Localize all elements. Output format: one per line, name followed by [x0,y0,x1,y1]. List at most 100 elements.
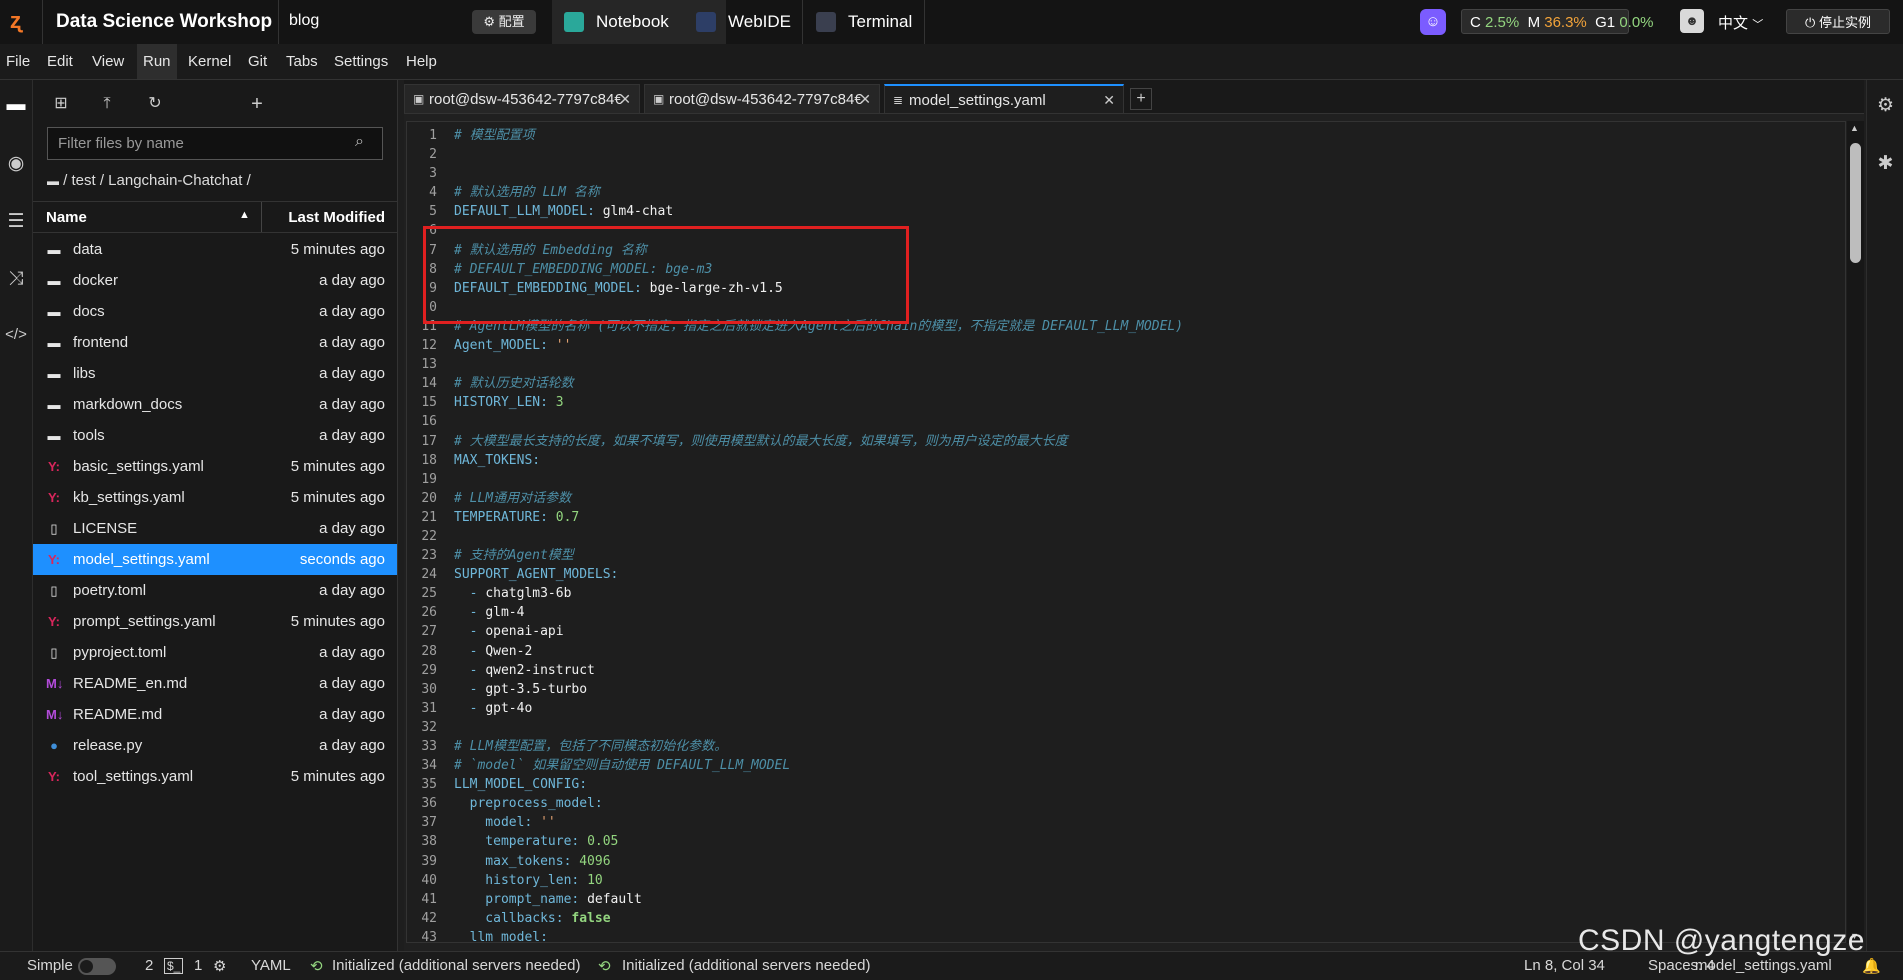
file-type[interactable]: YAML [251,957,291,974]
debugger-icon[interactable]: ✱ [1867,152,1903,175]
table-of-contents-icon[interactable]: ☰ [0,210,32,233]
sort-ascending-icon[interactable]: ▲ [239,209,250,221]
file-row[interactable]: ▬ tools a day ago [33,420,397,451]
code-line[interactable]: 13 [407,355,1827,374]
code-line[interactable]: 14 # 默认历史对话轮数 [407,374,1827,393]
code-icon[interactable]: </> [0,326,32,343]
column-last-modified[interactable]: Last Modified [288,209,385,226]
tab-terminal-2[interactable]: ▣ root@dsw-453642-7797c84€ ✕ [644,84,880,113]
code-line[interactable]: 36 preprocess_model: [407,794,1827,813]
scroll-up-icon[interactable]: ▲ [1850,123,1859,133]
tab-terminal[interactable]: Terminal [804,0,968,44]
column-name[interactable]: Name [46,209,87,226]
code-line[interactable]: 21 TEMPERATURE: 0.7 [407,508,1827,527]
code-line[interactable]: 33 # LLM模型配置，包括了不同模态初始化参数。 [407,737,1827,756]
app-logo-icon[interactable]: ʐ [10,10,32,32]
file-row[interactable]: ▬ libs a day ago [33,358,397,389]
upload-icon[interactable]: ⤒ [95,92,119,116]
file-filter-input[interactable]: Filter files by name [47,127,383,160]
menu-help[interactable]: Help [400,44,443,79]
property-inspector-icon[interactable]: ⚙ [1867,94,1903,117]
resource-monitor[interactable]: C 2.5% M 36.3% G1 0.0% [1461,9,1654,34]
code-line[interactable]: 20 # LLM通用对话参数 [407,489,1827,508]
menu-view[interactable]: View [86,44,130,79]
code-line[interactable]: 24 SUPPORT_AGENT_MODELS: [407,565,1827,584]
code-line[interactable]: 39 max_tokens: 4096 [407,852,1827,871]
code-line[interactable]: 23 # 支持的Agent模型 [407,546,1827,565]
code-line[interactable]: 12 Agent_MODEL: '' [407,336,1827,355]
scrollbar-thumb[interactable] [1850,143,1861,263]
menu-file[interactable]: File [0,44,36,79]
running-icon[interactable]: ◉ [0,152,32,175]
file-row[interactable]: ▯ pyproject.toml a day ago [33,637,397,668]
code-line[interactable]: 22 [407,527,1827,546]
avatar[interactable]: ☻ [1680,9,1704,33]
refresh-icon[interactable]: ↻ [143,92,167,116]
code-line[interactable]: 26 - glm-4 [407,603,1827,622]
code-line[interactable]: 4 # 默认选用的 LLM 名称 [407,183,1827,202]
terminal-count[interactable]: 2 [145,957,153,974]
code-line[interactable]: 29 - qwen2-instruct [407,661,1827,680]
config-button[interactable]: ⚙ 配置 [472,10,536,34]
file-row[interactable]: ▬ docker a day ago [33,265,397,296]
code-line[interactable]: 18 MAX_TOKENS: [407,451,1827,470]
kernel-count[interactable]: 1 [194,957,202,974]
file-row[interactable]: M↓ README_en.md a day ago [33,668,397,699]
file-row[interactable]: ▬ markdown_docs a day ago [33,389,397,420]
code-line[interactable]: 17 # 大模型最长支持的长度，如果不填写，则使用模型默认的最大长度，如果填写，则… [407,432,1827,451]
menu-tabs[interactable]: Tabs [280,44,324,79]
file-row[interactable]: ▯ LICENSE a day ago [33,513,397,544]
code-line[interactable]: 37 model: '' [407,813,1827,832]
file-row[interactable]: ▬ frontend a day ago [33,327,397,358]
menu-settings[interactable]: Settings [328,44,394,79]
new-launcher-icon[interactable]: + [245,92,269,116]
file-row[interactable]: ▬ docs a day ago [33,296,397,327]
language-selector[interactable]: 中文 ﹀ [1718,12,1763,33]
file-row[interactable]: Y: basic_settings.yaml 5 minutes ago [33,451,397,482]
menu-kernel[interactable]: Kernel [182,44,237,79]
code-line[interactable]: 34 # `model` 如果留空则自动使用 DEFAULT_LLM_MODEL [407,756,1827,775]
column-divider[interactable] [261,202,262,232]
file-row[interactable]: ▬ data 5 minutes ago [33,234,397,265]
code-line[interactable]: 25 - chatglm3-6b [407,584,1827,603]
code-line[interactable]: 41 prompt_name: default [407,890,1827,909]
new-tab-button[interactable]: + [1130,88,1152,110]
file-row[interactable]: Y: model_settings.yaml seconds ago [33,544,397,575]
tab-terminal-1[interactable]: ▣ root@dsw-453642-7797c84€ ✕ [404,84,640,113]
code-line[interactable]: 19 [407,470,1827,489]
vertical-scrollbar[interactable]: ▲ ▼ [1847,121,1864,943]
simple-mode-toggle[interactable] [78,958,116,975]
new-folder-icon[interactable]: ⊞ [49,92,73,116]
menu-run[interactable]: Run [137,44,177,79]
notification-icon[interactable]: 🔔 [1862,957,1881,975]
lsp-status[interactable]: Initialized (additional servers needed) [332,957,580,974]
code-line[interactable]: 5 DEFAULT_LLM_MODEL: glm4-chat [407,202,1827,221]
code-line[interactable]: 40 history_len: 10 [407,871,1827,890]
tab-model-settings[interactable]: ≣ model_settings.yaml ✕ [884,84,1124,113]
code-line[interactable]: 38 temperature: 0.05 [407,832,1827,851]
git-icon[interactable]: ⤨ [0,268,32,290]
file-row[interactable]: ● release.py a day ago [33,730,397,761]
code-line[interactable]: 28 - Qwen-2 [407,642,1827,661]
code-line[interactable]: 2 [407,145,1827,164]
project-name[interactable]: blog [289,12,319,30]
menu-edit[interactable]: Edit [41,44,79,79]
cursor-position[interactable]: Ln 8, Col 34 [1524,957,1605,974]
close-icon[interactable]: ✕ [859,85,871,113]
code-line[interactable]: 1 # 模型配置项 [407,126,1827,145]
close-icon[interactable]: ✕ [1103,86,1115,113]
file-row[interactable]: Y: kb_settings.yaml 5 minutes ago [33,482,397,513]
code-line[interactable]: 35 LLM_MODEL_CONFIG: [407,775,1827,794]
lsp-status-2[interactable]: Initialized (additional servers needed) [622,957,870,974]
settings-icon[interactable]: ⚙ [213,957,226,975]
code-line[interactable]: 16 [407,412,1827,431]
file-row[interactable]: M↓ README.md a day ago [33,699,397,730]
code-line[interactable]: 27 - openai-api [407,622,1827,641]
code-line[interactable]: 30 - gpt-3.5-turbo [407,680,1827,699]
code-line[interactable]: 31 - gpt-4o [407,699,1827,718]
code-line[interactable]: 15 HISTORY_LEN: 3 [407,393,1827,412]
breadcrumb[interactable]: ▬ / test / Langchain-Chatchat / [47,172,251,189]
close-icon[interactable]: ✕ [619,85,631,113]
file-row[interactable]: Y: tool_settings.yaml 5 minutes ago [33,761,397,792]
folder-icon[interactable]: ▬ [0,94,32,116]
